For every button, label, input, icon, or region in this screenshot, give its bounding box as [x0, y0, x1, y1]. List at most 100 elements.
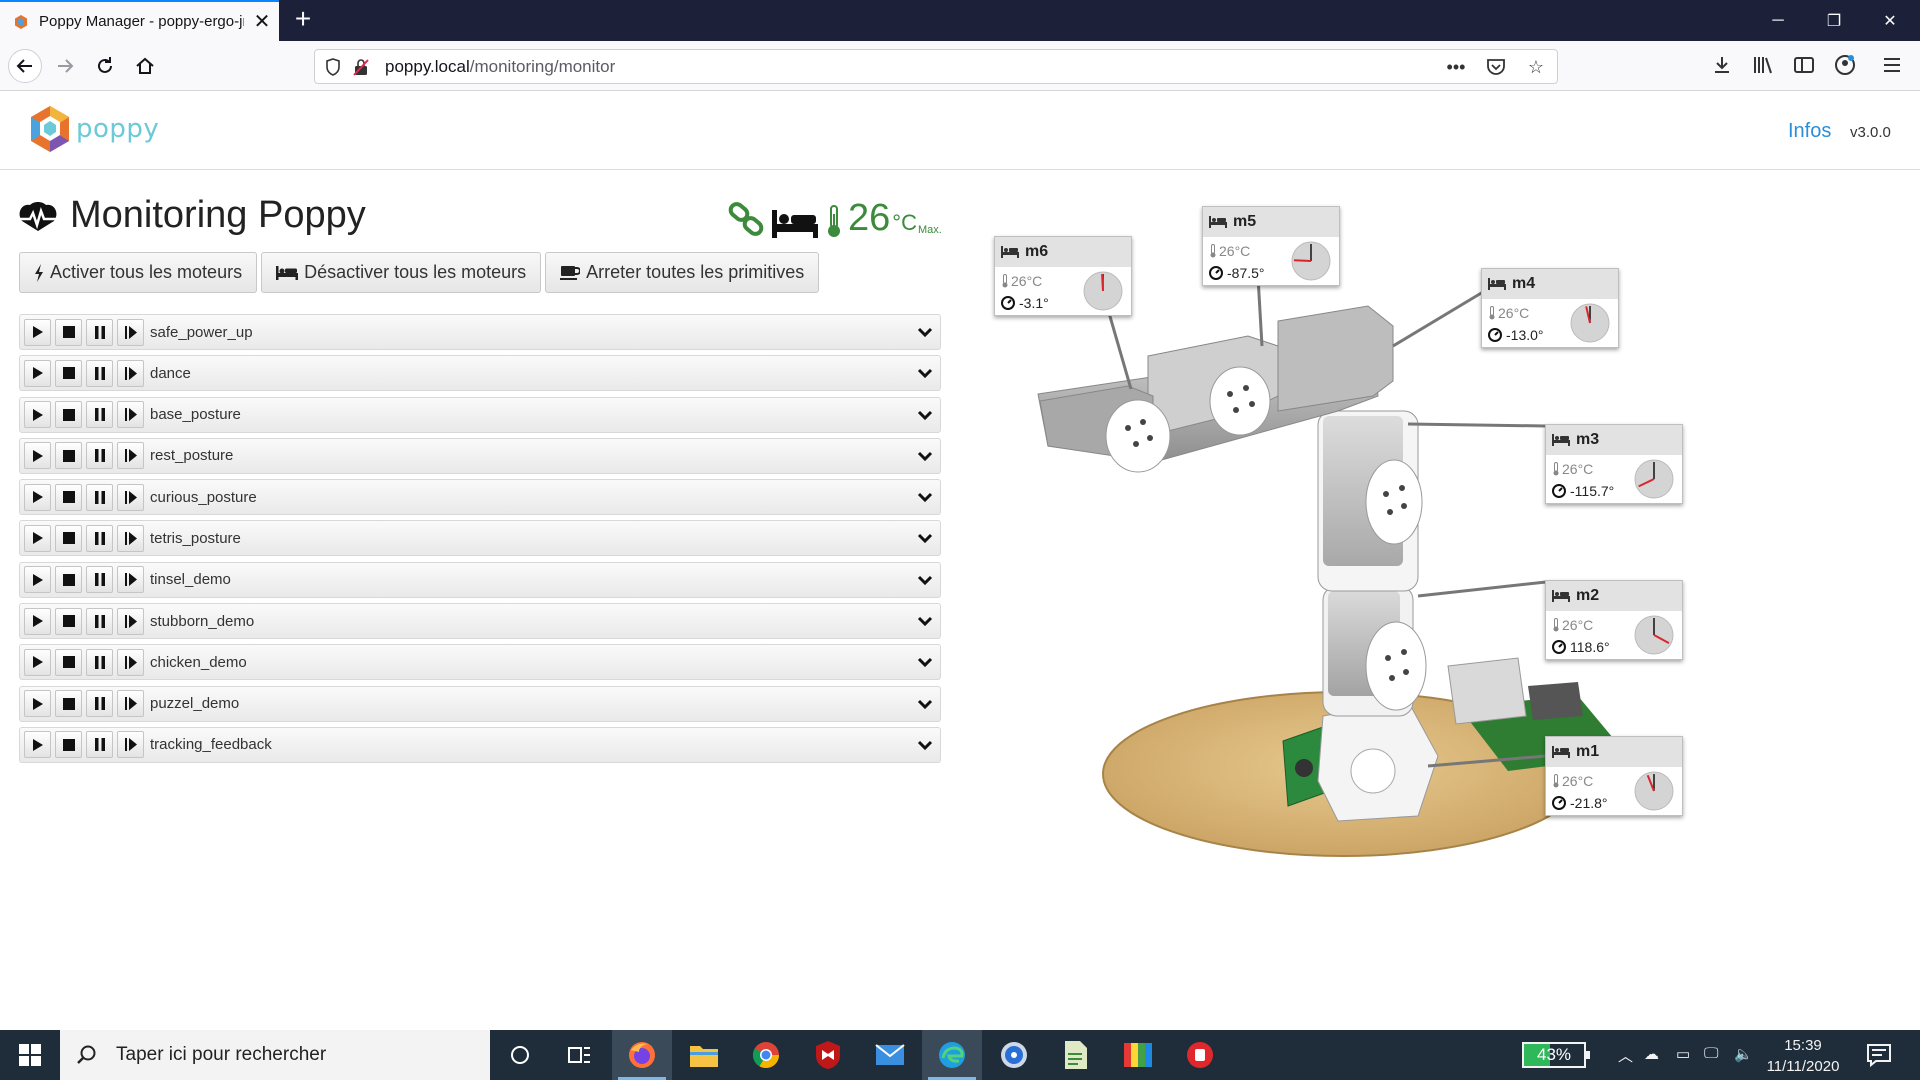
step-primitive-button[interactable]	[117, 566, 144, 594]
taskbar-edge[interactable]	[922, 1030, 982, 1080]
address-bar[interactable]: poppy.local/monitoring/monitor ••• ☆	[314, 49, 1558, 84]
step-primitive-button[interactable]	[117, 690, 144, 718]
stop-all-primitives-button[interactable]: Arreter toutes les primitives	[545, 252, 820, 293]
start-button[interactable]	[0, 1030, 60, 1080]
chevron-down-icon[interactable]	[916, 695, 934, 713]
play-primitive-button[interactable]	[24, 483, 51, 511]
home-button[interactable]	[128, 49, 162, 83]
play-primitive-button[interactable]	[24, 359, 51, 387]
shield-icon[interactable]	[323, 57, 343, 77]
chevron-down-icon[interactable]	[916, 571, 934, 589]
pocket-icon[interactable]	[1485, 56, 1507, 78]
chevron-down-icon[interactable]	[916, 406, 934, 424]
pause-primitive-button[interactable]	[86, 524, 113, 552]
taskbar-mcafee[interactable]	[798, 1030, 858, 1080]
motor-card-m3[interactable]: m3 26°C -115.7°	[1545, 424, 1683, 504]
motor-card-m6[interactable]: m6 26°C -3.1°	[994, 236, 1132, 316]
minimize-window-button[interactable]: ─	[1750, 0, 1806, 41]
taskbar-file-explorer[interactable]	[674, 1030, 734, 1080]
motor-card-m2[interactable]: m2 26°C 118.6°	[1545, 580, 1683, 660]
deactivate-all-motors-button[interactable]: Désactiver tous les moteurs	[261, 252, 542, 293]
play-primitive-button[interactable]	[24, 442, 51, 470]
chevron-down-icon[interactable]	[916, 612, 934, 630]
play-primitive-button[interactable]	[24, 731, 51, 759]
poppy-logo[interactable]: poppy	[28, 104, 159, 154]
taskbar-firefox[interactable]	[612, 1030, 672, 1080]
infos-link[interactable]: Infos	[1788, 120, 1831, 143]
restore-window-button[interactable]: ❐	[1806, 0, 1862, 41]
downloads-icon[interactable]	[1710, 53, 1734, 77]
onedrive-cloud-icon[interactable]: ☁	[1644, 1045, 1659, 1063]
library-icon[interactable]	[1751, 53, 1775, 77]
stop-primitive-button[interactable]	[55, 607, 82, 635]
account-icon[interactable]	[1833, 53, 1857, 77]
show-hidden-icons-icon[interactable]: ︿	[1618, 1045, 1633, 1066]
step-primitive-button[interactable]	[117, 318, 144, 346]
taskbar-chrome[interactable]	[736, 1030, 796, 1080]
close-window-button[interactable]: ✕	[1862, 0, 1918, 41]
system-clock[interactable]: 15:39 11/11/2020	[1766, 1035, 1840, 1077]
step-primitive-button[interactable]	[117, 524, 144, 552]
battery-tray-icon[interactable]: ▭	[1676, 1045, 1690, 1063]
pause-primitive-button[interactable]	[86, 442, 113, 470]
pause-primitive-button[interactable]	[86, 318, 113, 346]
motor-card-m4[interactable]: m4 26°C -13.0°	[1481, 268, 1619, 348]
pause-primitive-button[interactable]	[86, 731, 113, 759]
play-primitive-button[interactable]	[24, 401, 51, 429]
stop-primitive-button[interactable]	[55, 401, 82, 429]
notifications-icon[interactable]	[1866, 1042, 1892, 1068]
chevron-down-icon[interactable]	[916, 364, 934, 382]
play-primitive-button[interactable]	[24, 566, 51, 594]
play-primitive-button[interactable]	[24, 690, 51, 718]
menu-icon[interactable]	[1880, 53, 1904, 77]
pause-primitive-button[interactable]	[86, 483, 113, 511]
motor-card-m1[interactable]: m1 26°C -21.8°	[1545, 736, 1683, 816]
page-actions-icon[interactable]: •••	[1445, 56, 1467, 78]
step-primitive-button[interactable]	[117, 607, 144, 635]
new-tab-button[interactable]: +	[288, 4, 318, 34]
step-primitive-button[interactable]	[117, 359, 144, 387]
stop-primitive-button[interactable]	[55, 648, 82, 676]
back-button[interactable]	[8, 49, 42, 83]
chevron-down-icon[interactable]	[916, 529, 934, 547]
play-primitive-button[interactable]	[24, 318, 51, 346]
pause-primitive-button[interactable]	[86, 566, 113, 594]
pause-primitive-button[interactable]	[86, 648, 113, 676]
pause-primitive-button[interactable]	[86, 401, 113, 429]
taskbar-mail[interactable]	[860, 1030, 920, 1080]
activate-all-motors-button[interactable]: Activer tous les moteurs	[19, 252, 258, 293]
sidebar-icon[interactable]	[1792, 53, 1816, 77]
step-primitive-button[interactable]	[117, 731, 144, 759]
stop-primitive-button[interactable]	[55, 442, 82, 470]
play-primitive-button[interactable]	[24, 607, 51, 635]
pause-primitive-button[interactable]	[86, 359, 113, 387]
stop-primitive-button[interactable]	[55, 731, 82, 759]
play-primitive-button[interactable]	[24, 524, 51, 552]
network-icon[interactable]: 🖵	[1704, 1045, 1718, 1062]
stop-primitive-button[interactable]	[55, 359, 82, 387]
insecure-lock-icon[interactable]	[351, 57, 371, 77]
chevron-down-icon[interactable]	[916, 653, 934, 671]
bookmark-star-icon[interactable]: ☆	[1525, 56, 1547, 78]
volume-icon[interactable]: 🔈	[1734, 1045, 1753, 1063]
close-tab-icon[interactable]: ✕	[252, 9, 272, 34]
chevron-down-icon[interactable]	[916, 488, 934, 506]
step-primitive-button[interactable]	[117, 401, 144, 429]
play-primitive-button[interactable]	[24, 648, 51, 676]
chevron-down-icon[interactable]	[916, 736, 934, 754]
taskbar-app-disc[interactable]	[984, 1030, 1044, 1080]
stop-primitive-button[interactable]	[55, 566, 82, 594]
cortana-button[interactable]	[490, 1030, 550, 1080]
reload-button[interactable]	[88, 49, 122, 83]
motor-card-m5[interactable]: m5 26°C -87.5°	[1202, 206, 1340, 286]
task-view-button[interactable]	[550, 1030, 610, 1080]
step-primitive-button[interactable]	[117, 483, 144, 511]
browser-tab[interactable]: Poppy Manager - poppy-ergo-jr ✕	[0, 0, 279, 41]
stop-primitive-button[interactable]	[55, 318, 82, 346]
step-primitive-button[interactable]	[117, 648, 144, 676]
pause-primitive-button[interactable]	[86, 690, 113, 718]
stop-primitive-button[interactable]	[55, 690, 82, 718]
taskbar-app-colors[interactable]	[1108, 1030, 1168, 1080]
taskbar-app-red-circle[interactable]	[1170, 1030, 1230, 1080]
stop-primitive-button[interactable]	[55, 483, 82, 511]
